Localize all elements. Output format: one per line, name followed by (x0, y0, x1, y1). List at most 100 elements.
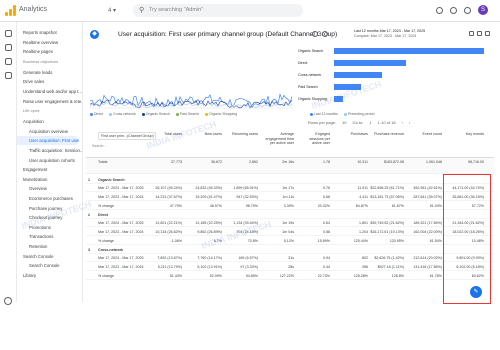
column-header[interactable]: Purchases (338, 132, 368, 137)
column-header[interactable]: Returning users (228, 132, 258, 137)
check-icon[interactable] (312, 31, 318, 37)
column-header[interactable]: Event count (412, 132, 442, 137)
sidebar-item[interactable]: Promotions (17, 223, 82, 232)
chat-fab[interactable]: ✎ (470, 286, 482, 298)
main-content: ◆ User acquisition: First user primary c… (86, 22, 500, 304)
legend-label: Direct (94, 112, 104, 116)
rows-per-page-select[interactable]: 10 (342, 120, 346, 125)
legend-item: Preceding period (343, 112, 375, 116)
row-label: % change (98, 204, 114, 208)
title-icons (312, 31, 328, 37)
sidebar-item[interactable]: Acquisition overview (17, 127, 82, 136)
sidebar-item[interactable]: Understand web and/or app t... (17, 87, 82, 96)
sidebar-item[interactable]: Reports snapshot (17, 28, 82, 37)
report-actions (469, 31, 490, 36)
legend-item: Cross-network (109, 112, 136, 116)
insights-icon[interactable] (477, 31, 482, 36)
column-header[interactable]: Average engagement time per active user (264, 132, 295, 146)
group-name[interactable]: Direct (98, 213, 108, 217)
sidebar-item[interactable]: Realtime pages (17, 47, 82, 56)
report-title: User acquisition: First user primary cha… (118, 31, 338, 38)
home-icon[interactable] (5, 30, 12, 37)
legend-label: Organic Search (145, 112, 171, 116)
bar-legend: Last 12 months Preceding period (310, 112, 374, 116)
bar (334, 96, 343, 102)
row-label: % change (98, 274, 114, 278)
explore-icon[interactable] (5, 58, 12, 65)
sidebar-item[interactable]: User acquisition cohorts (17, 156, 82, 165)
go-to-input[interactable]: 1 (369, 120, 371, 125)
sidebar-item[interactable]: User acquisition: First user ... (17, 136, 79, 146)
table-cell: 57.72% (471, 204, 484, 208)
table-search[interactable]: Search... (92, 144, 106, 148)
bar-label: Organic Search (298, 49, 323, 53)
sidebar-item[interactable]: Realtime overview (17, 38, 82, 47)
sidebar-item[interactable]: Checkout journey (17, 213, 82, 222)
advertising-icon[interactable] (5, 72, 12, 79)
legend-item: Paid Search (176, 112, 199, 116)
sidebar-item[interactable]: Purchase journey (17, 204, 82, 213)
nav-rail (0, 22, 17, 302)
group-name[interactable]: Cross-network (98, 248, 123, 252)
totals-cell: 98,716.00 (468, 160, 484, 164)
totals-label: Totals (98, 160, 108, 164)
sidebar-item[interactable]: Overview (17, 184, 82, 193)
sidebar-item[interactable]: Retention (17, 242, 82, 251)
edit-icon[interactable] (485, 31, 490, 36)
bar (334, 72, 382, 78)
group-index: 1 (88, 178, 90, 182)
table-row: % change 47.75% 48.97% 98.79% 3.39% 20.32% 84.… (86, 202, 494, 210)
settings-icon[interactable] (4, 297, 12, 305)
column-header[interactable]: Total users (152, 132, 182, 137)
sidebar: Reports snapshot Realtime overview Realtim… (17, 22, 83, 302)
sidebar-item: Business objectives (23, 58, 59, 64)
sidebar-item[interactable]: Monetization (17, 175, 82, 184)
bar (334, 84, 361, 90)
sidebar-item[interactable]: Library (17, 271, 82, 280)
date-range[interactable]: Last 12 months Mar 17, 2024 - Mar 17, 20… (354, 29, 474, 39)
table-row: Mar 17, 2024 - Mar 17, 2025 26,107 (45.24… (86, 184, 494, 192)
bar-label: Organic Shopping (298, 97, 327, 101)
legend-item: Direct (90, 112, 103, 116)
report-avatar-icon: ◆ (90, 30, 99, 39)
dimension-select[interactable]: First user prim...(Channel Group) ▾ (98, 132, 156, 140)
sidebar-item[interactable]: Drive sales (17, 77, 82, 86)
legend-item: Organic Shopping (205, 112, 237, 116)
group-index: 2 (88, 213, 90, 217)
column-header[interactable]: Engaged sessions per active user (300, 132, 330, 146)
sidebar-item[interactable]: Raise user engagement & rete... (17, 97, 82, 106)
group-index: 3 (88, 248, 90, 252)
sidebar-item[interactable]: Generate leads (17, 68, 82, 77)
sidebar-item[interactable]: Engagement (17, 165, 82, 174)
share-icon[interactable] (469, 31, 474, 36)
sidebar-item[interactable]: Search Console (17, 261, 82, 270)
reports-icon[interactable] (5, 44, 12, 51)
column-header[interactable]: Key events (454, 132, 484, 137)
group-name[interactable]: Organic Search (98, 178, 125, 182)
column-header[interactable]: New users (192, 132, 222, 137)
table-cell: 35,681.00 (36.15%) (452, 195, 484, 199)
sidebar-item[interactable]: Acquisition (17, 117, 82, 126)
table-cell: 9,801.00 (9.93%) (456, 256, 484, 260)
table-row: Mar 17, 2023 - Mar 17, 2024 10,134 (26.82… (86, 228, 494, 236)
group-row: 2 Direct (86, 211, 494, 219)
table-row: Mar 17, 2023 - Mar 17, 2024 14,231 (37.67… (86, 193, 494, 201)
table-header: First user prim...(Channel Group) ▾ Searc… (86, 130, 494, 158)
column-header[interactable]: Purchase revenue (374, 132, 404, 137)
bar-label: Paid Search (298, 85, 318, 89)
filter-icon[interactable] (322, 31, 328, 37)
sidebar-item: Life cycle (23, 108, 40, 114)
sidebar-item[interactable]: Transactions (17, 232, 82, 241)
sidebar-item[interactable]: Ecommerce purchases (17, 194, 82, 203)
table-cell: 60.62% (471, 274, 484, 278)
next-page-icon[interactable]: › (409, 120, 410, 125)
sidebar-item[interactable]: Traffic acquisition: Session... (17, 146, 82, 155)
group-row: 1 Organic Search (86, 176, 494, 184)
bar (334, 60, 406, 66)
legend-label: Preceding period (347, 112, 375, 116)
bar-chart: Organic Search Direct Cross-network Paid Se… (298, 44, 488, 110)
legend-item: Organic Search (141, 112, 171, 116)
prev-page-icon[interactable]: ‹ (402, 120, 403, 125)
sidebar-item[interactable]: Search Console (17, 252, 82, 261)
table-cell: 44,171.00 (44.74%) (452, 186, 484, 190)
